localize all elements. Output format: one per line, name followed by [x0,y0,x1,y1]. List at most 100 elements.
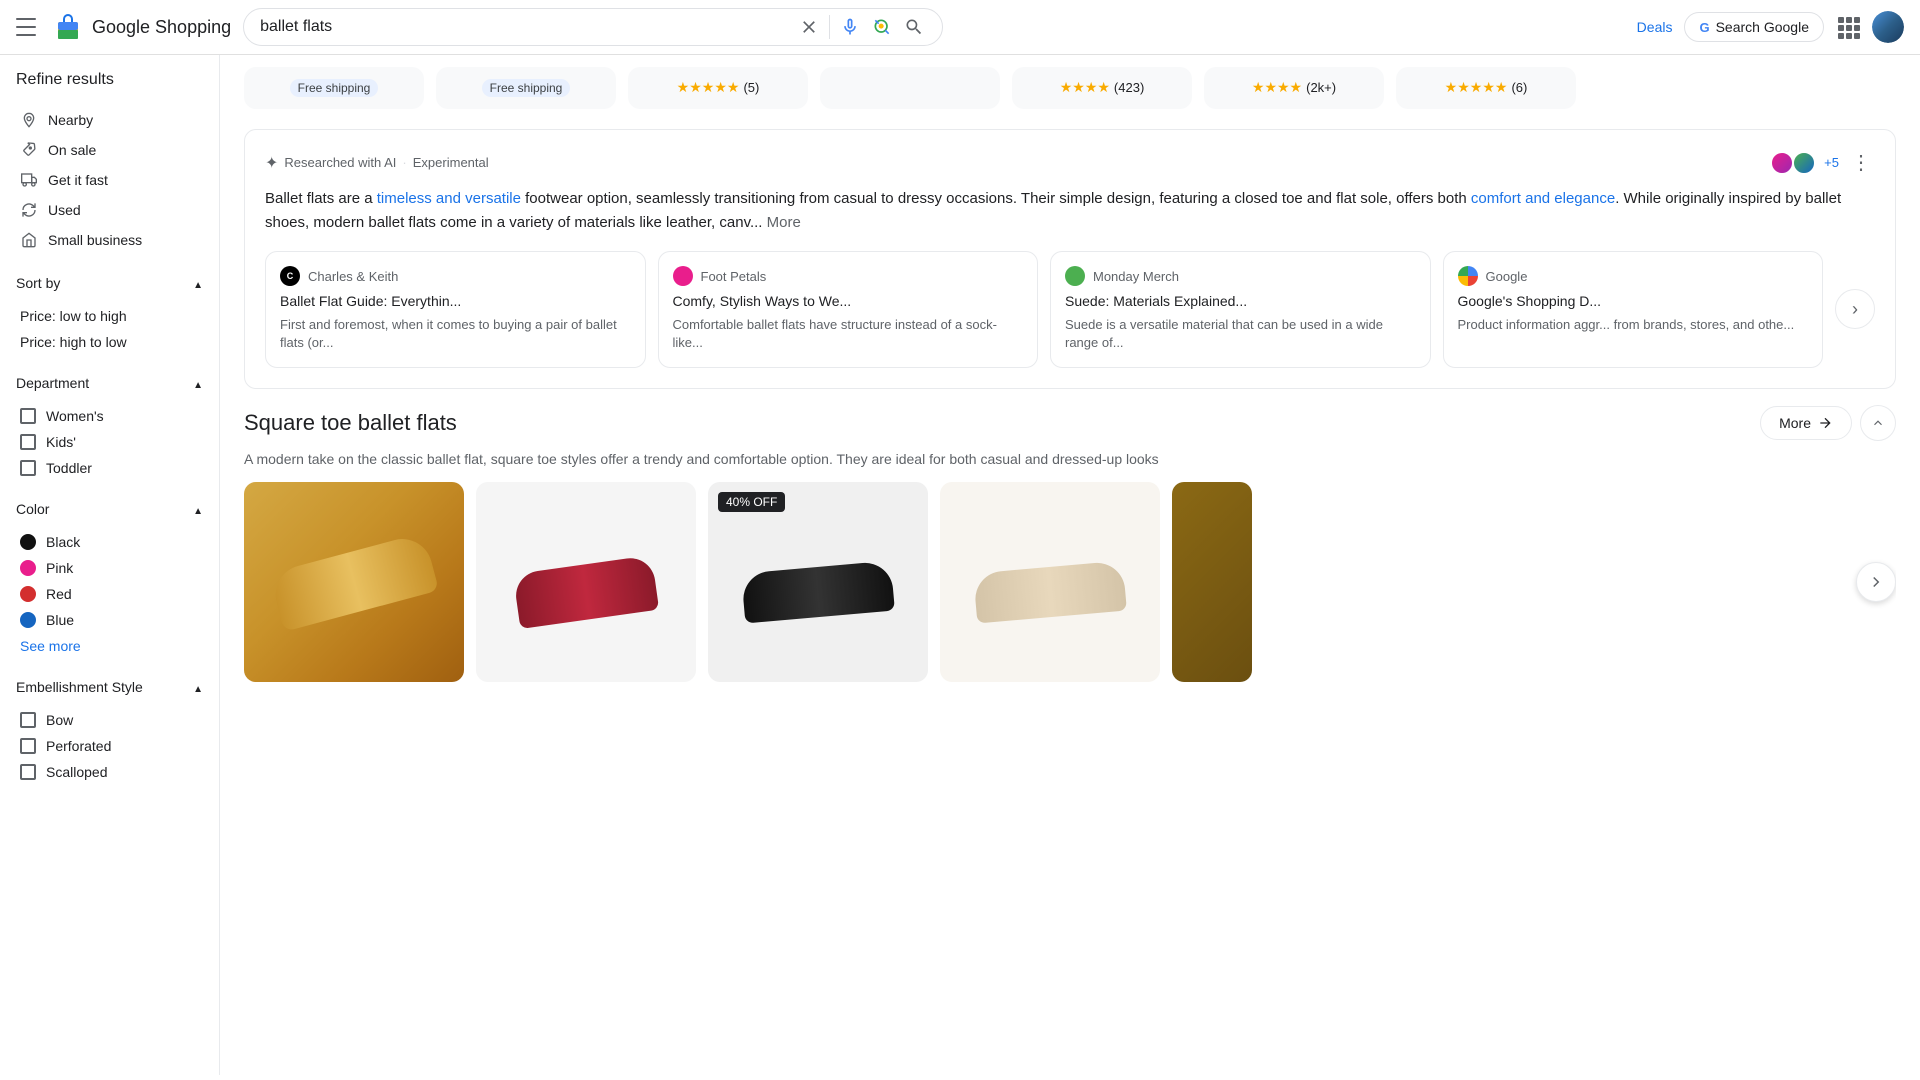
ai-avatar-1 [1770,151,1794,175]
product-card-4[interactable] [940,482,1160,682]
google-g-icon: G [1699,20,1709,35]
product-image-3 [708,482,928,682]
ai-count: +5 [1824,155,1839,170]
product-image-1 [244,482,464,682]
products-next-button[interactable] [1856,562,1896,602]
strip-card-7[interactable]: ★★★★★ (6) [1396,67,1576,109]
strip-card-1[interactable]: Free shipping [244,67,424,109]
header-right: Deals G Search Google [1637,11,1904,43]
embellishment-title: Embellishment Style [16,679,143,695]
search-submit-button[interactable] [902,15,926,39]
department-toddler[interactable]: Toddler [16,455,203,481]
product-image-4 [940,482,1160,682]
collapse-section-button[interactable] [1860,405,1896,441]
source-card-google[interactable]: Google Google's Shopping D... Product in… [1443,251,1824,368]
product-card-2[interactable] [476,482,696,682]
product-card-5[interactable] [1172,482,1252,682]
strip-rating-3: ★★★★★ (5) [677,79,760,96]
strip-card-3[interactable]: ★★★★★ (5) [628,67,808,109]
color-collapse-icon [193,501,203,517]
sidebar-item-get-it-fast[interactable]: Get it fast [16,165,203,195]
embellishment-header[interactable]: Embellishment Style [16,675,203,699]
color-header[interactable]: Color [16,497,203,521]
google-title: Google's Shopping D... [1458,292,1809,310]
color-black[interactable]: Black [16,529,203,555]
perforated-checkbox[interactable] [20,738,36,754]
search-container [243,8,943,46]
search-google-label: Search Google [1716,19,1809,35]
sort-collapse-icon [193,275,203,291]
source-cards-next-button[interactable]: › [1835,289,1875,329]
color-red[interactable]: Red [16,581,203,607]
sidebar-item-nearby[interactable]: Nearby [16,105,203,135]
ck-title: Ballet Flat Guide: Everythin... [280,292,631,310]
section-controls: More [1760,405,1896,441]
logo-text: Google Shopping [92,17,231,38]
sidebar-item-small-business[interactable]: Small business [16,225,203,255]
department-kids[interactable]: Kids' [16,429,203,455]
search-google-button[interactable]: G Search Google [1684,12,1824,42]
embellishment-bow[interactable]: Bow [16,707,203,733]
source-header-mm: Monday Merch [1065,266,1416,286]
product-card-1[interactable] [244,482,464,682]
more-button[interactable]: More [1760,406,1852,440]
department-womens[interactable]: Women's [16,403,203,429]
main-content: Free shipping Free shipping ★★★★★ (5) ★★… [220,55,1920,1075]
stars-7: ★★★★★ [1445,79,1508,96]
department-header[interactable]: Department [16,371,203,395]
next-arrow-icon [1867,573,1885,591]
strip-card-6[interactable]: ★★★★ (2k+) [1204,67,1384,109]
color-blue[interactable]: Blue [16,607,203,633]
menu-button[interactable] [16,15,40,39]
see-more-colors[interactable]: See more [16,633,203,659]
chevron-up-icon [1871,416,1885,430]
strip-card-4[interactable] [820,67,1000,109]
sidebar-item-used[interactable]: Used [16,195,203,225]
mm-name: Monday Merch [1093,269,1179,284]
product-card-3[interactable]: 40% OFF [708,482,928,682]
toddler-label: Toddler [46,460,92,476]
google-logo [1458,266,1478,286]
clear-search-button[interactable] [797,15,821,39]
ai-options-button[interactable]: ⋮ [1847,150,1875,175]
embellishment-scalloped[interactable]: Scalloped [16,759,203,785]
source-card-foot-petals[interactable]: Foot Petals Comfy, Stylish Ways to We...… [658,251,1039,368]
sort-price-high-low[interactable]: Price: high to low [16,329,203,355]
apps-button[interactable] [1836,15,1860,39]
embellishment-perforated[interactable]: Perforated [16,733,203,759]
source-card-monday-merch[interactable]: Monday Merch Suede: Materials Explained.… [1050,251,1431,368]
scalloped-checkbox[interactable] [20,764,36,780]
womens-checkbox[interactable] [20,408,36,424]
bow-checkbox[interactable] [20,712,36,728]
google-shopping-logo[interactable]: Google Shopping [52,11,231,43]
lens-search-button[interactable] [870,15,894,39]
square-toe-title: Square toe ballet flats [244,410,457,436]
sort-price-low-high[interactable]: Price: low to high [16,303,203,329]
ai-badge: ✦ Researched with AI · Experimental [265,153,489,173]
toddler-checkbox[interactable] [20,460,36,476]
search-input[interactable] [260,18,789,36]
strip-card-5[interactable]: ★★★★ (423) [1012,67,1192,109]
color-pink[interactable]: Pink [16,555,203,581]
sort-header[interactable]: Sort by [16,271,203,295]
strip-card-2[interactable]: Free shipping [436,67,616,109]
blue-swatch [20,612,36,628]
product-image-2 [476,482,696,682]
strip-badge-2: Free shipping [482,79,571,97]
deals-button[interactable]: Deals [1637,19,1673,35]
sort-title: Sort by [16,275,60,291]
sidebar-item-on-sale[interactable]: On sale [16,135,203,165]
avatar[interactable] [1872,11,1904,43]
strip-rating-7: ★★★★★ (6) [1445,79,1528,96]
more-label: More [1779,415,1811,431]
mm-title: Suede: Materials Explained... [1065,292,1416,310]
fp-name: Foot Petals [701,269,767,284]
voice-search-button[interactable] [838,15,862,39]
stars-3: ★★★★★ [677,79,740,96]
mm-snippet: Suede is a versatile material that can b… [1065,316,1416,352]
kids-checkbox[interactable] [20,434,36,450]
on-sale-label: On sale [48,142,96,158]
source-card-charles-keith[interactable]: C Charles & Keith Ballet Flat Guide: Eve… [265,251,646,368]
ai-more-link[interactable]: More [767,214,801,231]
count-3: (5) [743,80,759,95]
